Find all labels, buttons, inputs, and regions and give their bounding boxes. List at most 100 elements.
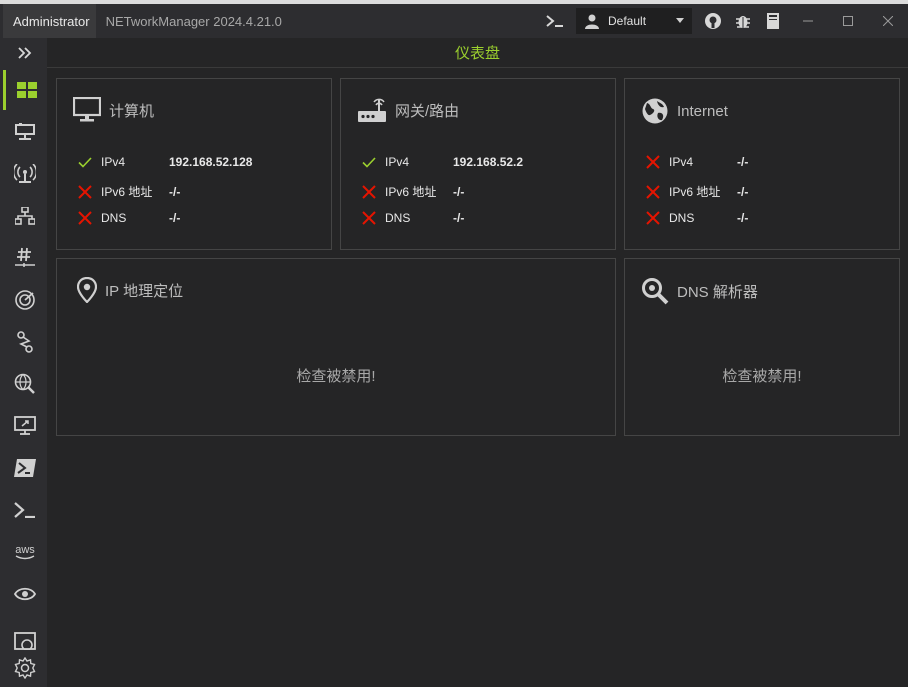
documentation-icon[interactable] xyxy=(758,4,788,38)
row-value: -/- xyxy=(737,185,748,199)
powershell-icon xyxy=(14,459,36,477)
row-value: -/- xyxy=(169,185,180,199)
dns-lookup-icon xyxy=(14,373,36,395)
sidebar-item-wifi[interactable] xyxy=(3,154,47,194)
cross-icon xyxy=(645,155,661,169)
remote-desktop-icon xyxy=(14,416,36,436)
row-label: IPv6 地址 xyxy=(385,183,453,200)
dns-resolver-card: DNS 解析器 检查被禁用! xyxy=(624,258,900,436)
dashboard-icon xyxy=(17,82,37,98)
row-value: -/- xyxy=(737,211,748,225)
geolocation-disabled-message: 检查被禁用! xyxy=(57,365,615,386)
gateway-dns-row: DNS -/- xyxy=(361,211,464,225)
title-bar: Administrator NETworkManager 2024.4.21.0… xyxy=(3,4,908,38)
monitor-icon xyxy=(73,97,101,123)
row-label: IPv6 地址 xyxy=(669,183,737,200)
expand-icon[interactable] xyxy=(3,38,47,68)
row-value: -/- xyxy=(737,155,748,169)
web-console-icon xyxy=(14,632,36,650)
cross-icon xyxy=(77,211,93,225)
row-label: DNS xyxy=(669,211,737,225)
gateway-ipv6-row: IPv6 地址 -/- xyxy=(361,183,464,200)
sidebar-item-aws[interactable]: aws xyxy=(3,532,47,572)
sidebar-item-dns-lookup[interactable] xyxy=(3,364,47,404)
sidebar-item-terminal[interactable] xyxy=(3,490,47,530)
profile-name: Default xyxy=(600,14,676,28)
row-value: 192.168.52.2 xyxy=(453,155,523,169)
internet-ipv6-row: IPv6 地址 -/- xyxy=(645,183,748,200)
minimize-button[interactable] xyxy=(788,4,828,38)
sidebar-item-settings[interactable] xyxy=(3,650,47,686)
aws-icon: aws xyxy=(15,545,35,555)
admin-label: Administrator xyxy=(3,4,96,38)
ip-scanner-icon xyxy=(15,207,35,225)
app-title: NETworkManager 2024.4.21.0 xyxy=(96,14,282,29)
internet-dns-row: DNS -/- xyxy=(645,211,748,225)
computer-dns-row: DNS -/- xyxy=(77,211,180,225)
sidebar-item-remote-desktop[interactable] xyxy=(3,406,47,446)
sidebar-item-subnet[interactable] xyxy=(3,238,47,278)
globe-icon xyxy=(641,97,669,125)
terminal-icon xyxy=(14,502,36,518)
ip-geolocation-card: IP 地理定位 检查被禁用! xyxy=(56,258,616,436)
location-pin-icon xyxy=(77,277,97,303)
close-button[interactable] xyxy=(868,4,908,38)
row-label: IPv4 xyxy=(669,155,737,169)
eye-icon xyxy=(14,587,36,601)
app-window: Administrator NETworkManager 2024.4.21.0… xyxy=(0,4,908,687)
gateway-ipv4-row: IPv4 192.168.52.2 xyxy=(361,155,523,169)
sidebar-item-network-interface[interactable] xyxy=(3,112,47,152)
sidebar-item-monitor[interactable] xyxy=(3,574,47,614)
row-label: DNS xyxy=(101,211,169,225)
computer-ipv6-row: IPv6 地址 -/- xyxy=(77,183,180,200)
row-label: IPv4 xyxy=(385,155,453,169)
check-icon xyxy=(361,157,377,168)
sidebar-item-port-scanner[interactable] xyxy=(3,280,47,320)
internet-ipv4-row: IPv4 -/- xyxy=(645,155,748,169)
check-icon xyxy=(77,157,93,168)
gateway-card-title: 网关/路由 xyxy=(395,100,459,121)
cross-icon xyxy=(77,185,93,199)
row-label: DNS xyxy=(385,211,453,225)
computer-card: 计算机 IPv4 192.168.52.128 IPv6 地址 -/- DNS … xyxy=(56,78,332,250)
main-content: 仪表盘 计算机 IPv4 192.168.52.128 IPv6 地址 -/- … xyxy=(47,38,908,687)
github-icon[interactable] xyxy=(698,4,728,38)
port-scanner-icon xyxy=(14,289,36,311)
row-value: -/- xyxy=(169,211,180,225)
traceroute-icon xyxy=(16,331,34,353)
sidebar-item-ip-scanner[interactable] xyxy=(3,196,47,236)
ip-geolocation-title: IP 地理定位 xyxy=(105,280,183,301)
row-value: 192.168.52.128 xyxy=(169,155,252,169)
sidebar: aws xyxy=(3,38,47,687)
row-label: IPv4 xyxy=(101,155,169,169)
internet-card-title: Internet xyxy=(677,103,728,120)
network-interface-icon xyxy=(15,123,35,141)
terminal-icon[interactable] xyxy=(540,4,570,38)
sidebar-item-powershell[interactable] xyxy=(3,448,47,488)
chevron-down-icon xyxy=(676,18,684,24)
row-value: -/- xyxy=(453,185,464,199)
router-icon xyxy=(357,97,387,123)
bug-icon[interactable] xyxy=(728,4,758,38)
maximize-button[interactable] xyxy=(828,4,868,38)
sidebar-item-traceroute[interactable] xyxy=(3,322,47,362)
sidebar-item-web-console[interactable] xyxy=(3,620,47,650)
computer-card-title: 计算机 xyxy=(109,100,154,121)
row-value: -/- xyxy=(453,211,464,225)
settings-icon xyxy=(14,657,36,679)
cross-icon xyxy=(361,211,377,225)
internet-card: Internet IPv4 -/- IPv6 地址 -/- DNS -/- xyxy=(624,78,900,250)
row-label: IPv6 地址 xyxy=(101,183,169,200)
gateway-card: 网关/路由 IPv4 192.168.52.2 IPv6 地址 -/- DNS … xyxy=(340,78,616,250)
profile-selector[interactable]: Default xyxy=(576,8,692,34)
sidebar-item-dashboard[interactable] xyxy=(3,70,47,110)
cross-icon xyxy=(645,211,661,225)
dns-resolver-disabled-message: 检查被禁用! xyxy=(625,365,899,386)
computer-ipv4-row: IPv4 192.168.52.128 xyxy=(77,155,252,169)
wifi-icon xyxy=(14,164,36,184)
dns-resolver-title: DNS 解析器 xyxy=(677,281,758,302)
hash-icon xyxy=(15,247,35,269)
user-icon xyxy=(584,13,600,29)
page-title: 仪表盘 xyxy=(47,38,908,68)
search-icon xyxy=(641,277,669,305)
